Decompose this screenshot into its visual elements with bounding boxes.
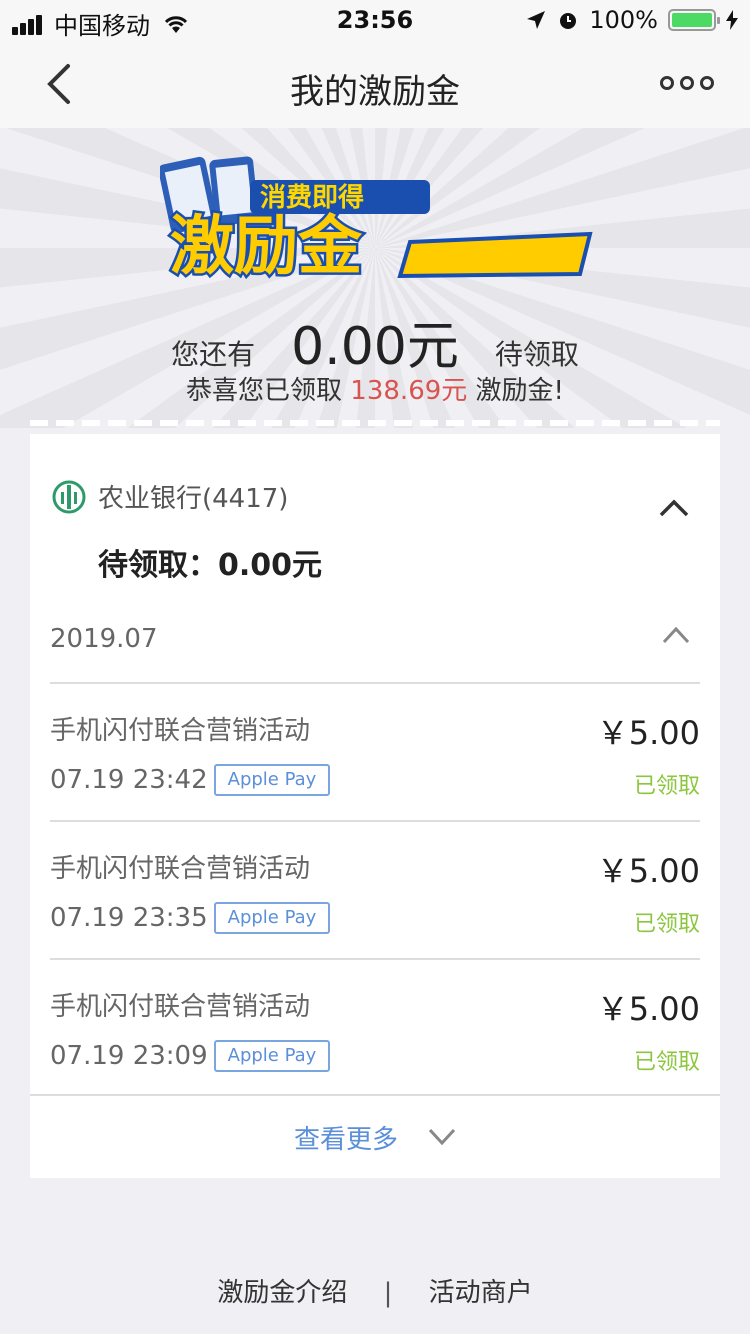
transaction-status: 已领取 bbox=[633, 774, 700, 799]
received-prefix: 恭喜您已领取 bbox=[186, 376, 343, 406]
transaction-title: 手机闪付联合营销活动 bbox=[50, 992, 311, 1022]
svg-text:激励金: 激励金 bbox=[170, 210, 363, 280]
transaction-time: 07.19 23:42 bbox=[50, 765, 208, 795]
transaction-amount: ￥5.00 bbox=[596, 852, 700, 890]
received-suffix: 激励金! bbox=[475, 376, 564, 406]
transaction-item[interactable]: 手机闪付联合营销活动 07.19 23:09 Apple Pay ￥5.00 已… bbox=[50, 960, 700, 1096]
received-summary: 恭喜您已领取 138.69元 激励金! bbox=[0, 370, 750, 407]
month-header[interactable]: 2019.07 bbox=[50, 624, 700, 684]
battery-icon bbox=[668, 9, 720, 31]
footer-links: 激励金介绍 | 活动商户 bbox=[0, 1272, 750, 1309]
received-amount: 138.69元 bbox=[350, 376, 468, 406]
abc-bank-icon bbox=[52, 480, 86, 513]
chevron-down-icon bbox=[428, 1128, 456, 1146]
nav-bar: 我的激励金 bbox=[0, 40, 750, 128]
merchants-link[interactable]: 活动商户 bbox=[429, 1278, 533, 1308]
view-more-label: 查看更多 bbox=[293, 1124, 398, 1155]
battery-percent: 100% bbox=[589, 6, 658, 34]
bank-row[interactable]: 农业银行(4417) bbox=[52, 478, 288, 515]
transaction-status: 已领取 bbox=[633, 1050, 700, 1075]
bank-card-panel: 农业银行(4417) 待领取：0.00元 2019.07 手机闪付联合营销活动 … bbox=[30, 434, 720, 1178]
pending-summary: 您还有 0.00元 待领取 bbox=[0, 304, 750, 379]
transaction-status: 已领取 bbox=[633, 912, 700, 937]
transaction-time: 07.19 23:09 bbox=[50, 1041, 208, 1071]
transaction-title: 手机闪付联合营销活动 bbox=[50, 716, 311, 746]
transaction-amount: ￥5.00 bbox=[596, 714, 700, 752]
transaction-item[interactable]: 手机闪付联合营销活动 07.19 23:42 Apple Pay ￥5.00 已… bbox=[50, 684, 700, 820]
more-options-icon[interactable] bbox=[654, 76, 714, 90]
pending-amount-label: 待领取：0.00元 bbox=[98, 548, 323, 583]
payment-method-badge: Apple Pay bbox=[213, 764, 331, 796]
pending-amount: 0.00元 bbox=[291, 317, 459, 377]
transaction-amount: ￥5.00 bbox=[596, 990, 700, 1028]
pending-suffix: 待领取 bbox=[494, 338, 579, 371]
banner: 消费即得 激励金 您还有 0.00元 待领取 恭喜您已领取 138.69元 激励… bbox=[0, 128, 750, 428]
transaction-title: 手机闪付联合营销活动 bbox=[50, 854, 311, 884]
location-icon bbox=[527, 11, 546, 29]
svg-text:消费即得: 消费即得 bbox=[260, 183, 364, 213]
status-bar: 中国移动 23:56 100% bbox=[0, 0, 750, 40]
charging-icon bbox=[726, 10, 738, 30]
bank-name: 农业银行(4417) bbox=[98, 484, 289, 514]
footer-separator: | bbox=[383, 1278, 393, 1308]
pending-prefix: 您还有 bbox=[171, 338, 256, 371]
alarm-icon bbox=[560, 13, 577, 29]
transaction-item[interactable]: 手机闪付联合营销活动 07.19 23:35 Apple Pay ￥5.00 已… bbox=[50, 822, 700, 958]
payment-method-badge: Apple Pay bbox=[213, 902, 331, 934]
dashed-divider bbox=[30, 420, 720, 426]
month-label: 2019.07 bbox=[50, 624, 158, 654]
view-more-button[interactable]: 查看更多 bbox=[30, 1094, 720, 1178]
page-title: 我的激励金 bbox=[290, 72, 460, 112]
transaction-time: 07.19 23:35 bbox=[50, 903, 208, 933]
incentive-intro-link[interactable]: 激励金介绍 bbox=[217, 1278, 347, 1308]
collapse-chevron-icon[interactable] bbox=[658, 498, 690, 518]
incentive-logo: 消费即得 激励金 bbox=[160, 156, 593, 280]
payment-method-badge: Apple Pay bbox=[213, 1040, 331, 1072]
chevron-up-icon[interactable] bbox=[662, 626, 690, 644]
